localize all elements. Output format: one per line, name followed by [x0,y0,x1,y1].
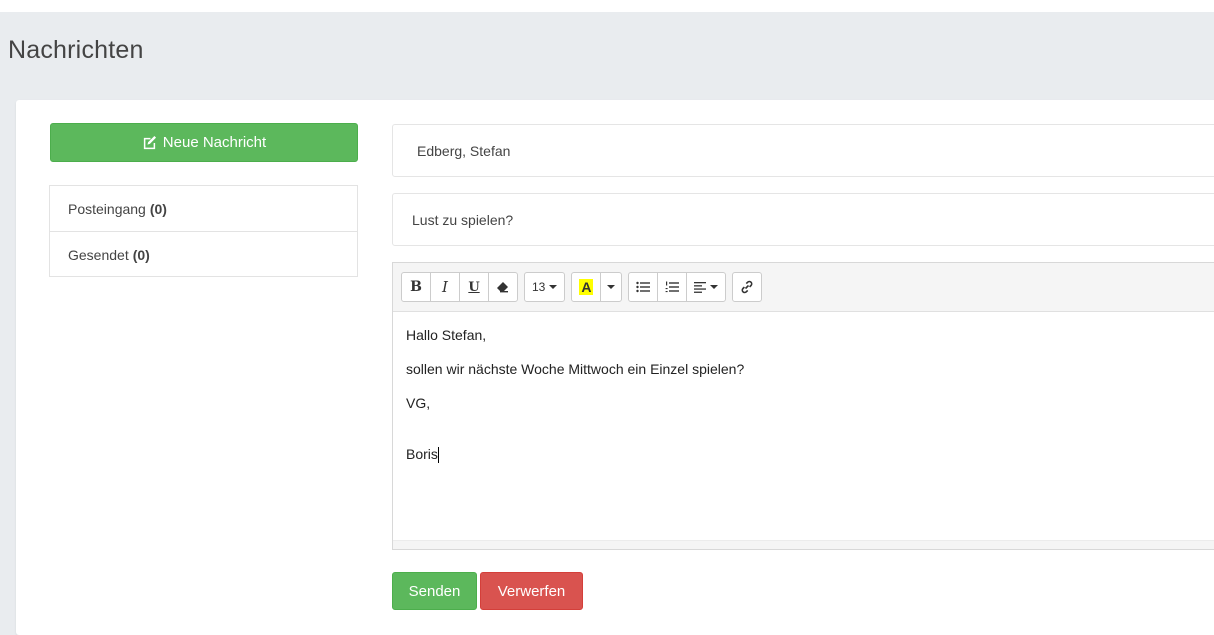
folder-inbox-label: Posteingang [68,200,146,217]
discard-button[interactable]: Verwerfen [480,572,583,610]
caret-down-icon [607,285,616,289]
new-message-label: Neue Nachricht [162,134,267,151]
font-size-dropdown[interactable]: 13 [524,272,566,302]
insert-link-button[interactable] [732,272,763,302]
folder-sent-label: Gesendet [68,247,129,263]
recipient-value: Edberg, Stefan [417,142,511,159]
new-message-button[interactable]: Neue Nachricht [50,123,358,162]
subject-field[interactable]: Lust zu spielen? [392,193,1214,246]
page-title: Nachrichten [8,36,144,64]
recipient-field[interactable]: Edberg, Stefan [392,124,1214,177]
bold-button[interactable]: B [401,272,431,302]
ordered-list-icon [666,281,680,293]
style-button-group: B I U [401,272,518,302]
folder-sent[interactable]: Gesendet (0) [50,231,357,276]
list-group [628,272,727,302]
color-group: A [571,272,623,302]
caret-down-icon [549,285,558,289]
ordered-list-button[interactable] [657,272,688,302]
folder-sent-count: (0) [132,247,150,263]
caret-down-icon [710,285,719,289]
folder-list: Posteingang (0) Gesendet (0) [49,185,358,277]
body-line-signature: Boris [406,446,438,462]
body-line-closing: VG, [406,395,431,411]
subject-value: Lust zu spielen? [412,211,514,228]
body-line-greeting: Hallo Stefan, [406,327,487,343]
font-size-group: 13 [524,272,566,302]
send-button[interactable]: Senden [392,572,477,610]
folder-inbox-count: (0) [149,200,167,217]
message-editor: B I U 13 A Hallo Stefan, sollen wir näch… [392,262,1214,550]
font-size-value: 13 [532,280,546,294]
italic-button[interactable]: I [430,272,460,302]
editor-resize-bar[interactable] [393,540,1214,549]
eraser-icon [497,282,508,293]
editor-content[interactable]: Hallo Stefan, sollen wir nächste Woche M… [393,312,1214,464]
highlight-color-button[interactable]: A [571,272,602,302]
paragraph-align-dropdown[interactable] [686,272,727,302]
body-line-question: sollen wir nächste Woche Mittwoch ein Ei… [406,361,745,377]
unordered-list-icon [636,281,651,293]
highlight-letter: A [579,279,594,295]
link-group [732,272,763,302]
text-cursor [437,447,439,464]
unordered-list-button[interactable] [628,272,659,302]
edit-icon [143,135,156,150]
editor-toolbar: B I U 13 A [393,263,1214,312]
clear-format-button[interactable] [488,272,518,302]
folder-inbox[interactable]: Posteingang (0) [50,186,357,231]
body-line-signature-wrap: Boris [406,446,1208,464]
align-left-icon [694,281,707,293]
underline-button[interactable]: U [459,272,489,302]
color-dropdown-toggle[interactable] [600,272,623,302]
link-icon [742,280,753,294]
